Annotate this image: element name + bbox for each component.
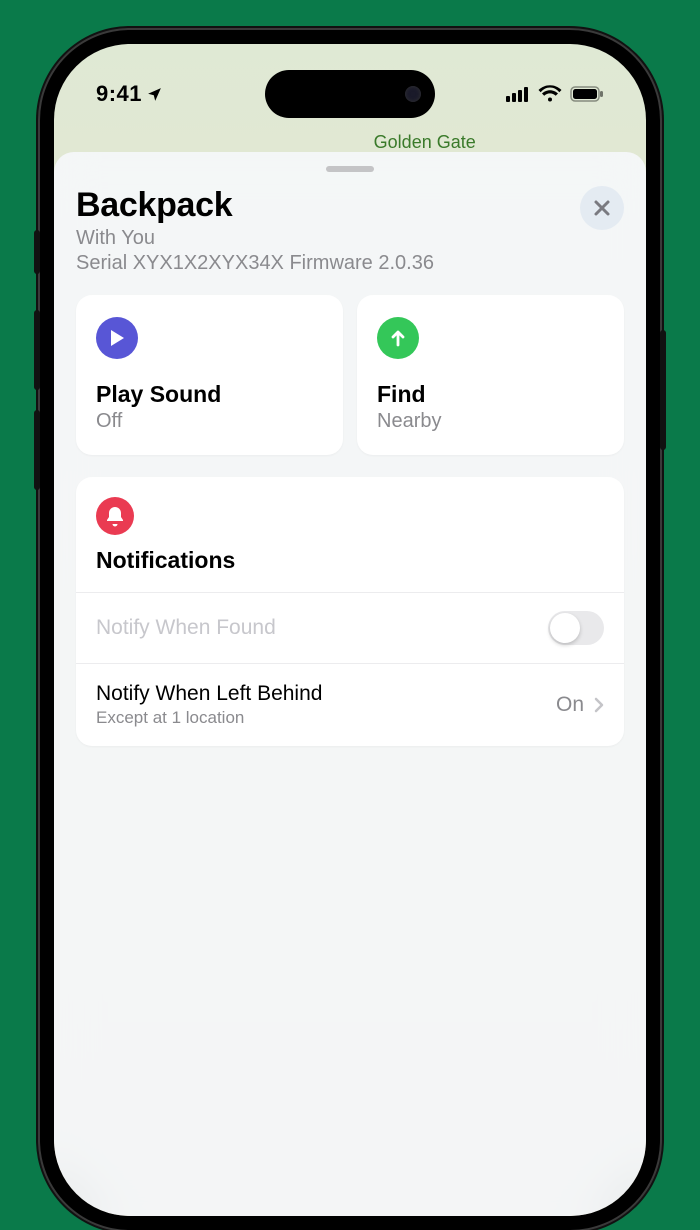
item-details: Serial XYX1X2XYX34X Firmware 2.0.36 (76, 252, 624, 275)
item-name: Backpack (76, 186, 624, 225)
notify-when-found-label: Notify When Found (96, 616, 276, 640)
side-button (34, 230, 40, 274)
play-sound-button[interactable]: Play Sound Off (76, 295, 343, 455)
find-arrow-icon (377, 317, 419, 359)
notifications-heading: Notifications (96, 547, 604, 574)
toggle-knob (550, 613, 580, 643)
notify-when-found-toggle (548, 611, 604, 645)
sheet-header: Backpack With You Serial XYX1X2XYX34X Fi… (76, 186, 624, 275)
bell-icon (96, 497, 134, 535)
notify-left-behind-label: Notify When Left Behind (96, 682, 322, 706)
notify-left-behind-value: On (556, 693, 584, 717)
close-button[interactable] (580, 186, 624, 230)
action-row: Play Sound Off Find Nearby (76, 295, 624, 455)
screen: 9:41 Golden Gate Backpack With You Seria… (54, 44, 646, 1216)
detail-sheet: Backpack With You Serial XYX1X2XYX34X Fi… (54, 152, 646, 1216)
sheet-grabber[interactable] (326, 166, 374, 172)
chevron-right-icon (594, 697, 604, 713)
play-icon (96, 317, 138, 359)
find-status: Nearby (377, 410, 604, 433)
notify-left-behind-sub: Except at 1 location (96, 708, 322, 728)
notify-left-behind-row[interactable]: Notify When Left Behind Except at 1 loca… (76, 663, 624, 746)
play-sound-title: Play Sound (96, 381, 323, 408)
find-button[interactable]: Find Nearby (357, 295, 624, 455)
close-icon (593, 199, 611, 217)
wifi-icon (538, 85, 562, 103)
side-button (660, 330, 666, 450)
dynamic-island (265, 70, 435, 118)
battery-icon (570, 86, 604, 102)
location-arrow-icon (146, 86, 163, 103)
side-button (34, 410, 40, 490)
camera-dot (405, 86, 421, 102)
item-status: With You (76, 227, 624, 250)
status-time: 9:41 (96, 81, 142, 107)
cellular-icon (506, 86, 530, 102)
phone-frame: 9:41 Golden Gate Backpack With You Seria… (40, 30, 660, 1230)
map-label: Golden Gate (374, 132, 476, 153)
side-button (34, 310, 40, 390)
notifications-section: Notifications Notify When Found Notify W… (76, 477, 624, 746)
play-sound-status: Off (96, 410, 323, 433)
find-title: Find (377, 381, 604, 408)
notify-when-found-row: Notify When Found (76, 592, 624, 663)
